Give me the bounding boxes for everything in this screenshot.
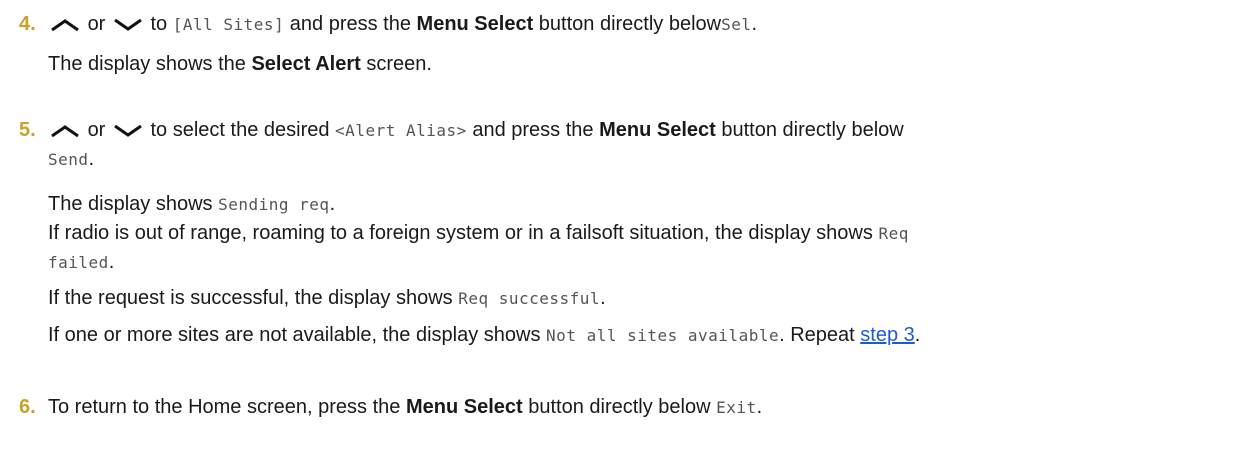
text: or: [87, 13, 106, 35]
text: To return to the Home screen, press the: [48, 396, 401, 418]
display-text: Not all sites available: [546, 326, 780, 345]
display-text: Exit: [716, 398, 757, 417]
text: .: [108, 251, 115, 273]
display-text: Req successful: [458, 289, 601, 308]
text: .: [751, 13, 758, 35]
display-text: failed: [48, 253, 109, 272]
step-5-line-1: or to select the desired <Alert Alias> a…: [48, 117, 904, 144]
display-text: Sel: [721, 15, 752, 34]
chevron-up-icon: [50, 124, 80, 138]
text: screen.: [366, 53, 432, 75]
display-text: [All Sites]: [172, 15, 285, 34]
screen-name: Select Alert: [251, 53, 361, 75]
step-3-link[interactable]: step 3: [860, 324, 914, 346]
text: .: [756, 396, 763, 418]
step-5-line-3: The display shows Sending req.: [48, 191, 335, 218]
button-name: Menu Select: [416, 13, 534, 35]
step-5-line-4: If radio is out of range, roaming to a f…: [48, 220, 909, 247]
chevron-down-icon: [113, 18, 143, 32]
text: .: [88, 148, 95, 170]
text: .: [329, 193, 336, 215]
step-5-line-2: Send.: [48, 146, 94, 173]
step-6-line-1: To return to the Home screen, press the …: [48, 394, 762, 421]
text: and press the: [289, 13, 411, 35]
procedure-page: 4. or to [All Sites] and press the Menu …: [0, 0, 1238, 451]
step-5-line-5: failed.: [48, 249, 114, 276]
text: to select the desired: [150, 119, 330, 141]
display-text: Req: [878, 224, 909, 243]
display-text: Sending req: [218, 195, 330, 214]
text: button directly below: [721, 119, 904, 141]
text: button directly below: [528, 396, 711, 418]
step-5-line-7: If one or more sites are not available, …: [48, 322, 920, 349]
text: .: [914, 324, 921, 346]
text: The display shows the: [48, 53, 246, 75]
text: or: [87, 119, 106, 141]
chevron-down-icon: [113, 124, 143, 138]
text: . Repeat: [779, 324, 855, 346]
text: The display shows: [48, 193, 213, 215]
text: button directly below: [538, 13, 722, 35]
button-name: Menu Select: [405, 396, 523, 418]
button-name: Menu Select: [599, 119, 716, 141]
step-number: 4.: [19, 13, 36, 35]
text: to: [150, 13, 168, 35]
text: If one or more sites are not available, …: [48, 324, 541, 346]
text: If the request is successful, the displa…: [48, 287, 453, 309]
text: If radio is out of range, roaming to a f…: [48, 222, 873, 244]
step-4-line-1: or to [All Sites] and press the Menu Sel…: [48, 11, 757, 38]
display-text: Send: [48, 150, 89, 169]
step-number: 5.: [19, 119, 36, 141]
display-text: <Alert Alias>: [335, 121, 467, 140]
text: .: [600, 287, 606, 309]
step-number: 6.: [19, 396, 36, 418]
step-5-line-6: If the request is successful, the displa…: [48, 285, 606, 312]
chevron-up-icon: [50, 18, 80, 32]
text: and press the: [472, 119, 594, 141]
step-4-line-2: The display shows the Select Alert scree…: [48, 51, 432, 78]
